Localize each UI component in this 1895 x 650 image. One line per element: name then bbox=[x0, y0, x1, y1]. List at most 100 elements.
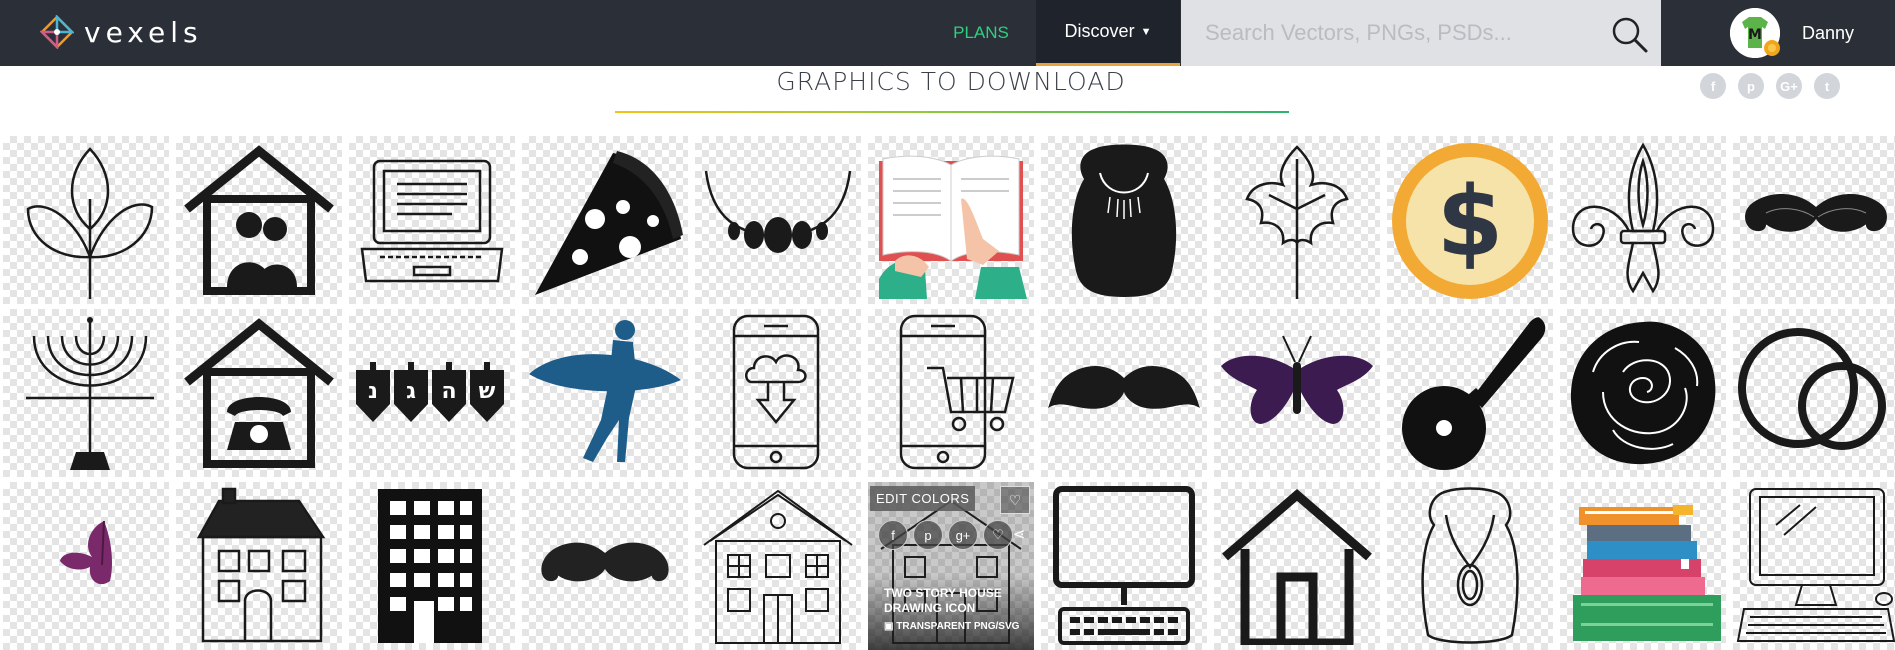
graphic-tile[interactable] bbox=[522, 309, 688, 477]
discover-label: Discover bbox=[1064, 21, 1135, 41]
svg-text:ש: ש bbox=[479, 379, 496, 404]
pizza-slice-icon bbox=[535, 151, 683, 295]
dreidels-icon: נ גהש bbox=[356, 362, 504, 422]
svg-text:ה: ה bbox=[441, 379, 456, 404]
rose-icon bbox=[1570, 321, 1716, 465]
mustache-icon bbox=[541, 542, 669, 582]
graphic-tile[interactable] bbox=[3, 309, 169, 477]
user-menu[interactable]: M Danny bbox=[1730, 6, 1854, 60]
svg-text:נ: נ bbox=[368, 379, 378, 404]
graphics-grid: $ נ גהש EDIT COLORS ♡ f p g+ ♡ ⋖ TWO STOR… bbox=[3, 136, 1895, 650]
graphic-tile[interactable] bbox=[522, 482, 688, 650]
search-input[interactable] bbox=[1203, 14, 1587, 52]
graphic-tile[interactable] bbox=[695, 482, 861, 650]
plans-link[interactable]: PLANS bbox=[945, 0, 1017, 66]
facebook-icon[interactable]: f bbox=[1700, 73, 1726, 99]
mustache-icon bbox=[1048, 365, 1200, 409]
graphic-tile[interactable] bbox=[868, 136, 1034, 304]
desktop-computer-icon bbox=[1053, 486, 1195, 645]
logo-text: vexels bbox=[84, 15, 203, 49]
leaf-outline-icon bbox=[1245, 145, 1349, 299]
svg-text:ג: ג bbox=[406, 379, 416, 404]
laptop-icon bbox=[360, 159, 504, 283]
graphic-tile[interactable] bbox=[868, 309, 1034, 477]
graphic-tile[interactable] bbox=[522, 136, 688, 304]
twitter-icon[interactable]: t bbox=[1814, 73, 1840, 99]
graphic-tile[interactable] bbox=[695, 136, 861, 304]
graphic-tile[interactable] bbox=[176, 482, 342, 650]
share-buttons: f p g+ ♡ bbox=[878, 520, 1013, 550]
search-icon bbox=[1612, 17, 1648, 53]
pizza-cutter-icon bbox=[1402, 317, 1546, 470]
search-button[interactable] bbox=[1609, 14, 1649, 54]
graphic-format: ▣ TRANSPARENT PNG/SVG bbox=[884, 621, 1019, 632]
graphic-tile[interactable] bbox=[3, 482, 169, 650]
caret-down-icon: ▼ bbox=[1140, 25, 1152, 38]
pinterest-icon[interactable]: p bbox=[1738, 73, 1764, 99]
graphic-format-label: TRANSPARENT PNG/SVG bbox=[896, 621, 1020, 632]
facebook-icon[interactable]: f bbox=[878, 520, 908, 550]
top-navigation-bar: vexels PLANS Discover ▼ M Danny bbox=[0, 0, 1895, 66]
butterfly-icon bbox=[1221, 335, 1373, 424]
graphic-tile[interactable]: $ bbox=[1387, 136, 1553, 304]
google-plus-icon[interactable]: G+ bbox=[1776, 73, 1802, 99]
graphic-tile[interactable] bbox=[1387, 482, 1553, 650]
necklace-icon bbox=[704, 170, 852, 253]
discover-dropdown[interactable]: Discover ▼ bbox=[1036, 0, 1180, 66]
menorah-icon bbox=[26, 317, 154, 470]
phone-cloud-download-icon bbox=[732, 314, 820, 470]
heart-icon[interactable]: ♡ bbox=[1000, 486, 1030, 514]
necklace-outline-icon bbox=[1421, 487, 1519, 644]
fleur-de-lis-icon bbox=[1571, 142, 1715, 294]
share-icon[interactable]: ⋖ bbox=[1006, 520, 1032, 548]
two-story-house-icon bbox=[703, 489, 853, 644]
desktop-sketch-icon bbox=[1736, 488, 1895, 642]
graphic-tile[interactable]: נ גהש bbox=[349, 309, 515, 477]
graphic-tile[interactable] bbox=[1560, 136, 1726, 304]
graphic-tile[interactable] bbox=[1387, 309, 1553, 477]
house-family-icon bbox=[184, 145, 334, 295]
graphic-tile[interactable] bbox=[1733, 309, 1895, 477]
page-title: GRAPHICS TO DOWNLOAD bbox=[776, 67, 1126, 96]
graphic-tile[interactable] bbox=[3, 136, 169, 304]
graphic-title[interactable]: TWO STORY HOUSE DRAWING ICON bbox=[884, 586, 1024, 616]
graphic-tile[interactable] bbox=[1041, 482, 1207, 650]
edit-colors-button[interactable]: EDIT COLORS bbox=[870, 486, 976, 511]
book-reading-icon bbox=[879, 155, 1027, 299]
graphic-tile[interactable] bbox=[1733, 136, 1895, 304]
graphic-tile[interactable] bbox=[1041, 136, 1207, 304]
graphic-tile-hovered[interactable]: EDIT COLORS ♡ f p g+ ♡ ⋖ TWO STORY HOUSE… bbox=[868, 482, 1034, 650]
search-bar bbox=[1181, 0, 1661, 66]
dollar-coin-icon: $ bbox=[1392, 143, 1548, 299]
small-butterfly-icon bbox=[60, 520, 112, 585]
necklace-bust-icon bbox=[1071, 144, 1177, 297]
phone-shopping-cart-icon bbox=[899, 314, 1015, 470]
graphic-tile[interactable] bbox=[1214, 482, 1380, 650]
wedding-rings-icon bbox=[1738, 328, 1886, 450]
graphic-tile[interactable] bbox=[1733, 482, 1895, 650]
svg-text:M: M bbox=[1748, 27, 1762, 43]
vexels-logo[interactable]: vexels bbox=[40, 14, 203, 50]
graphic-tile[interactable] bbox=[1214, 136, 1380, 304]
vexels-diamond-icon bbox=[40, 15, 74, 49]
pinterest-icon[interactable]: p bbox=[913, 520, 943, 550]
graphic-tile[interactable] bbox=[349, 136, 515, 304]
graphic-tile[interactable] bbox=[1560, 309, 1726, 477]
title-underline bbox=[615, 111, 1289, 113]
graphic-tile[interactable] bbox=[1041, 309, 1207, 477]
google-plus-icon[interactable]: g+ bbox=[948, 520, 978, 550]
mustache-icon bbox=[1745, 194, 1887, 232]
graphic-tile[interactable] bbox=[349, 482, 515, 650]
graphic-tile[interactable] bbox=[1214, 309, 1380, 477]
books-stack-icon bbox=[1573, 505, 1721, 641]
graphic-tile[interactable] bbox=[176, 136, 342, 304]
graphic-tile[interactable] bbox=[1560, 482, 1726, 650]
social-share-bar: f p G+ t bbox=[1700, 73, 1840, 99]
image-icon: ▣ bbox=[884, 621, 897, 632]
username: Danny bbox=[1802, 22, 1855, 43]
sketch-house-icon bbox=[196, 487, 326, 643]
graphic-tile[interactable] bbox=[176, 309, 342, 477]
avatar[interactable]: M bbox=[1730, 8, 1780, 58]
surfer-icon bbox=[529, 320, 681, 462]
graphic-tile[interactable] bbox=[695, 309, 861, 477]
